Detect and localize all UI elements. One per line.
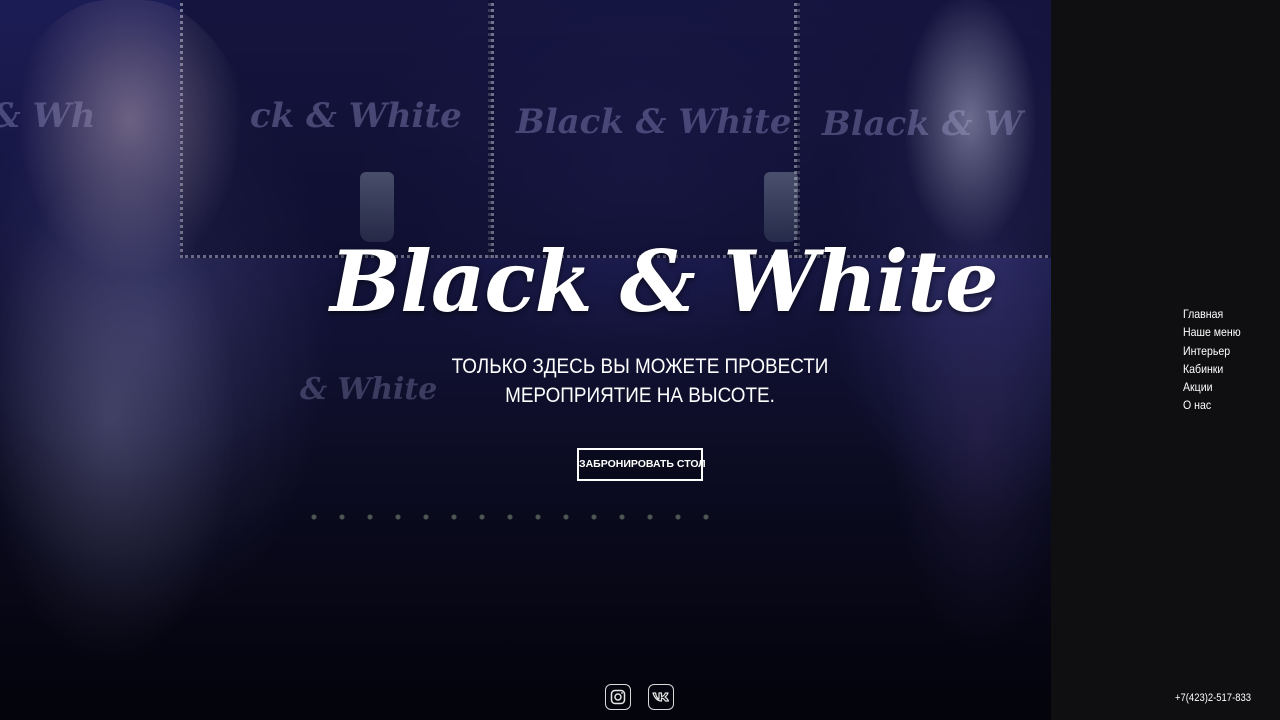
nav-item-about[interactable]: О нас: [1183, 396, 1241, 414]
social-links: [605, 684, 674, 710]
vk-icon: [652, 692, 670, 702]
book-table-button[interactable]: ЗАБРОНИРОВАТЬ СТОЛ: [577, 448, 706, 481]
hero-tagline-line-1: ТОЛЬКО ЗДЕСЬ ВЫ МОЖЕТЕ ПРОВЕСТИ: [451, 355, 829, 378]
vk-link[interactable]: [648, 684, 674, 710]
instagram-icon: [610, 689, 626, 705]
nav-item-interior[interactable]: Интерьер: [1183, 342, 1241, 360]
hero-tagline: ТОЛЬКО ЗДЕСЬ ВЫ МОЖЕТЕ ПРОВЕСТИ МЕРОПРИЯ…: [415, 352, 865, 410]
hero-tagline-line-2: МЕРОПРИЯТИЕ НА ВЫСОТЕ.: [505, 384, 775, 407]
nav-item-home[interactable]: Главная: [1183, 305, 1241, 323]
nav-item-booths[interactable]: Кабинки: [1183, 360, 1241, 378]
nav-item-menu[interactable]: Наше меню: [1183, 323, 1241, 341]
nav-item-promotions[interactable]: Акции: [1183, 378, 1241, 396]
phone-number[interactable]: +7(423)2-517-833: [1175, 690, 1251, 706]
instagram-link[interactable]: [605, 684, 631, 710]
side-navigation: Главная Наше меню Интерьер Кабинки Акции…: [1183, 305, 1249, 415]
brand-logo: Black & White: [330, 232, 999, 331]
landing-page: Black & White Black & W ck & White & Wh …: [0, 0, 1280, 720]
